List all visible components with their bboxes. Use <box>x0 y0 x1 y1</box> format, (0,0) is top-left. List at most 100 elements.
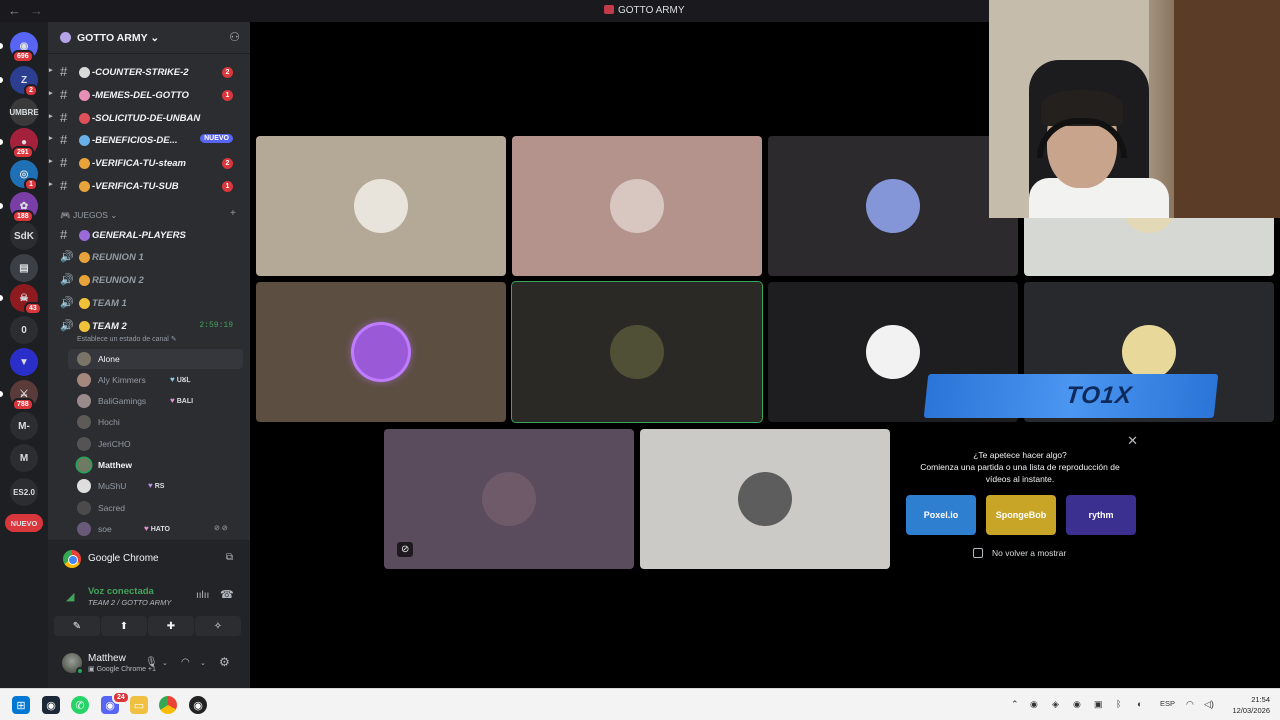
channel-item-general-players[interactable]: # GENERAL-PLAYERS <box>48 225 243 245</box>
channel-item[interactable]: ▸ # -MEMES-DEL-GOTTO 1 <box>48 85 243 105</box>
server-icon-7[interactable]: ▤ <box>10 254 38 282</box>
participant-tile[interactable] <box>640 429 890 569</box>
username[interactable]: Matthew <box>88 653 126 664</box>
windows-start-icon[interactable]: ⊞ <box>12 696 30 714</box>
tray-expand-icon[interactable]: ⌃ <box>1011 699 1019 710</box>
tray-app-icon-3[interactable]: ▣ <box>1094 699 1103 710</box>
server-icon-2[interactable]: UMBRE <box>9 98 39 126</box>
voice-member[interactable]: Alone <box>68 349 243 369</box>
voice-channel-item[interactable]: 🔊 REUNION 1 <box>48 247 243 267</box>
noise-suppression-icon[interactable]: ıılıı <box>196 590 209 601</box>
wifi-icon[interactable]: ◠ <box>1186 699 1194 710</box>
participant-tile[interactable]: ⊘ <box>384 429 634 569</box>
voice-channel-item[interactable]: 🔊 TEAM 1 <box>48 293 243 313</box>
screen-share-icon[interactable]: ⧉ <box>226 552 233 563</box>
new-servers-badge[interactable]: NUEVO <box>5 514 43 532</box>
participant-avatar <box>610 179 664 233</box>
tray-steam-icon[interactable]: ◉ <box>1073 699 1081 710</box>
participant-tile[interactable] <box>511 281 763 423</box>
channel-item[interactable]: ▸ # -VERIFICA-TU-steam 2 <box>48 153 243 173</box>
game-tile-poxel[interactable]: Poxel.io <box>906 495 976 535</box>
soundboard-button[interactable]: ✧ <box>195 616 241 636</box>
server-icon-12[interactable]: M- <box>10 412 38 440</box>
member-tag: ♥ HATO <box>144 524 170 533</box>
participant-tile[interactable] <box>256 282 506 422</box>
category-juegos[interactable]: 🎮 JUEGOS ⌄ <box>60 210 117 221</box>
voice-member[interactable]: Hochi <box>68 412 243 432</box>
unread-indicator <box>0 139 3 145</box>
chrome-taskbar-icon[interactable] <box>159 696 177 714</box>
add-channel-icon[interactable]: + <box>230 208 236 219</box>
voice-member[interactable]: Sacred <box>68 498 243 518</box>
guild-header[interactable]: GOTTO ARMY ⌄ ⚇ <box>48 22 250 54</box>
guild-name[interactable]: GOTTO ARMY ⌄ <box>77 32 159 44</box>
server-icon-13[interactable]: M <box>10 444 38 472</box>
language-indicator[interactable]: ESP <box>1160 699 1175 708</box>
camera-toggle-button[interactable]: ✎ <box>54 616 100 636</box>
server-icon-6[interactable]: SdK <box>10 222 38 250</box>
server-label: SdK <box>14 230 34 242</box>
channel-item[interactable]: ▸ # -SOLICITUD-DE-UNBAN <box>48 108 243 128</box>
volume-icon[interactable]: ◁) <box>1204 699 1214 710</box>
voice-member[interactable]: MuShU ♥ RS <box>68 476 243 496</box>
channel-status-hint[interactable]: Establece un estado de canal ✎ <box>77 335 177 343</box>
voice-member[interactable]: JeriCHO <box>68 434 243 454</box>
channel-emoji-icon <box>79 230 90 241</box>
participant-tile[interactable] <box>256 136 506 276</box>
tray-app-icon-2[interactable]: ◈ <box>1052 699 1059 710</box>
server-icon-10[interactable]: ▼ <box>10 348 38 376</box>
channel-name: -VERIFICA-TU-steam <box>92 158 186 169</box>
taskbar-clock[interactable]: 21:54 12/03/2026 <box>1222 694 1270 716</box>
voice-status[interactable]: Voz conectada <box>88 586 154 597</box>
file-explorer-taskbar-icon[interactable]: ▭ <box>130 696 148 714</box>
avatar <box>77 437 91 451</box>
avatar <box>77 479 91 493</box>
server-label: ▤ <box>19 262 29 274</box>
close-icon[interactable]: ✕ <box>1127 433 1138 449</box>
activities-button[interactable]: ✚ <box>148 616 194 636</box>
forward-arrow-icon[interactable]: → <box>30 3 43 18</box>
voice-channel-name: REUNION 1 <box>92 252 144 263</box>
participant-avatar <box>354 325 408 379</box>
back-arrow-icon[interactable]: ← <box>8 3 21 18</box>
add-member-icon[interactable]: ⚇ <box>229 30 240 44</box>
audio-options-chevron-icon[interactable]: ⌄ <box>200 659 206 667</box>
settings-gear-icon[interactable]: ⚙ <box>219 655 230 669</box>
signal-icon[interactable]: ◢ <box>66 590 74 603</box>
voice-member[interactable]: Aly Kimmers ♥ ᑌᘜᒪ <box>68 370 243 390</box>
tray-app-icon-1[interactable]: ◉ <box>1030 699 1038 710</box>
channel-item[interactable]: ▸ # -VERIFICA-TU-SUB 1 <box>48 176 243 196</box>
member-name: JeriCHO <box>98 439 131 449</box>
channel-item[interactable]: ▸ # -COUNTER-STRIKE-2 2 <box>48 62 243 82</box>
voice-member[interactable]: soe ♥ HATO ⊘ ⊘ <box>68 519 243 539</box>
dont-show-checkbox[interactable] <box>973 548 983 558</box>
recorder-taskbar-icon[interactable]: ◉ <box>189 696 207 714</box>
whatsapp-taskbar-icon[interactable]: ✆ <box>71 696 89 714</box>
game-tile-spongebob[interactable]: SpongeBob <box>986 495 1056 535</box>
channel-emoji-icon <box>79 181 90 192</box>
share-screen-button[interactable]: ⬆ <box>101 616 147 636</box>
voice-member[interactable]: BaliGamings ♥ BALI <box>68 391 243 411</box>
member-name: Aly Kimmers <box>98 375 146 385</box>
microphone-icon[interactable]: 🎙 <box>145 657 158 668</box>
server-badge: 1 <box>24 178 38 191</box>
disconnect-icon[interactable]: ☎ <box>220 588 234 601</box>
tray-app-icon-4[interactable]: ◐ <box>1137 699 1142 709</box>
server-icon-14[interactable]: ES2.0 <box>10 478 38 506</box>
server-icon-9[interactable]: 0 <box>10 316 38 344</box>
channel-item[interactable]: ▸ # -BENEFICIOS-DE... NUEVO <box>48 130 243 150</box>
voice-channel-item[interactable]: 🔊 REUNION 2 <box>48 270 243 290</box>
member-name: Sacred <box>98 503 125 513</box>
voice-location[interactable]: TEAM 2 / GOTTO ARMY <box>88 598 171 607</box>
voice-channel-item[interactable]: 🔊 TEAM 2 2:59:19 <box>48 316 243 336</box>
voice-member[interactable]: Matthew <box>68 455 243 475</box>
steam-taskbar-icon[interactable]: ◉ <box>42 696 60 714</box>
participant-tile[interactable] <box>768 136 1018 276</box>
tray-bluetooth-icon[interactable]: ᛒ <box>1116 699 1121 709</box>
headphones-icon[interactable]: ◠ <box>181 657 190 668</box>
mic-options-chevron-icon[interactable]: ⌄ <box>162 659 168 667</box>
game-tile-rythm[interactable]: rythm <box>1066 495 1136 535</box>
speaker-icon: 🔊 <box>60 274 74 286</box>
dont-show-label[interactable]: No volver a mostrar <box>992 548 1066 558</box>
participant-tile[interactable] <box>512 136 762 276</box>
